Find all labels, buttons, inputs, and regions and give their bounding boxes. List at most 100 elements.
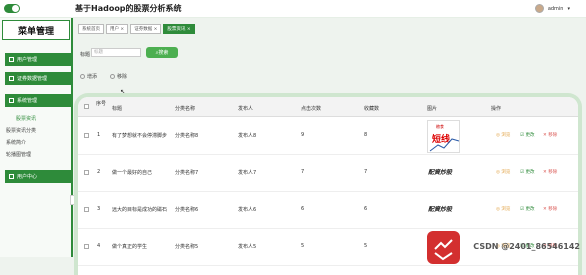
col-title: 标题 — [112, 105, 122, 112]
cell-category: 分类名称7 — [175, 169, 198, 176]
cell-no: 4 — [97, 243, 100, 249]
delete-row-button[interactable]: ✕ 移除 — [543, 132, 557, 138]
cell-favs: 5 — [364, 243, 367, 249]
cell-publisher: 发布人5 — [238, 243, 256, 250]
user-center-icon — [9, 174, 14, 179]
edit-button[interactable]: ☑ 更改 — [520, 169, 534, 175]
user-menu[interactable]: admin ▾ — [535, 4, 570, 13]
table-row: 2 做一个最好的自己 分类名称7 发布人7 7 7 配資炒股 ◎ 浏览 ☑ 更改… — [78, 155, 578, 192]
row-image: 粮食 短线 — [427, 120, 460, 153]
sidebar-sub-carousel[interactable]: 轮播图管理 — [6, 151, 31, 158]
search-label: 标题 — [80, 51, 90, 58]
view-button[interactable]: ◎ 浏览 — [496, 206, 510, 212]
cell-category: 分类名称5 — [175, 243, 198, 250]
avatar — [535, 4, 544, 13]
row-checkbox[interactable] — [84, 244, 89, 249]
row-image: 配資炒股 — [427, 163, 460, 183]
table-header: 序号 标题 分类名称 发布人 点击次数 收藏数 图片 操作 — [78, 97, 578, 117]
col-image: 图片 — [427, 105, 437, 112]
delete-label: 移除 — [117, 73, 127, 80]
cell-clicks: 6 — [301, 206, 304, 212]
data-icon — [9, 76, 14, 81]
delete-row-button[interactable]: ✕ 移除 — [543, 169, 557, 175]
col-clicks: 点击次数 — [301, 105, 321, 112]
chevron-down-icon: ▾ — [567, 6, 570, 12]
col-ops: 操作 — [491, 105, 501, 112]
cell-favs: 6 — [364, 206, 367, 212]
add-label: 增添 — [87, 73, 97, 80]
row-checkbox[interactable] — [84, 133, 89, 138]
cell-clicks: 9 — [301, 132, 304, 138]
image-text: 配資炒股 — [428, 167, 452, 176]
cell-clicks: 5 — [301, 243, 304, 249]
sidebar-item-label: 证券数据管理 — [17, 75, 47, 82]
cell-no: 3 — [97, 206, 100, 212]
sidebar-item-label: 系统管理 — [17, 97, 37, 104]
top-bar: 基于Hadoop的股票分析系统 admin ▾ — [0, 0, 586, 18]
cell-category: 分类名称8 — [175, 132, 198, 139]
row-image — [427, 231, 460, 264]
view-button[interactable]: ◎ 浏览 — [496, 132, 510, 138]
cell-favs: 7 — [364, 169, 367, 175]
cell-publisher: 发布人7 — [238, 169, 256, 176]
col-no: 序号 — [96, 100, 106, 107]
sidebar: 菜单管理 用户管理 证券数据管理 系统管理 股票资讯 股票资讯分类 系统简介 轮… — [0, 18, 73, 257]
watermark: CSDN @2401_86546142 — [473, 242, 580, 251]
edit-button[interactable]: ☑ 更改 — [520, 132, 534, 138]
chart-graphic-icon — [428, 121, 461, 154]
stock-app-icon — [427, 231, 460, 264]
row-image: 配資炒股 — [427, 200, 460, 220]
sidebar-toggle[interactable] — [4, 4, 20, 13]
sidebar-item-securities[interactable]: 证券数据管理 — [5, 72, 71, 85]
cell-no: 2 — [97, 169, 100, 175]
image-text: 配資炒股 — [428, 204, 452, 213]
search-button-label: 搜索 — [158, 49, 168, 56]
tab-user[interactable]: 用户 × — [106, 24, 128, 34]
cell-title: 做个真正的学生 — [112, 243, 147, 250]
cell-publisher: 发布人6 — [238, 206, 256, 213]
table-row: 3 远大的目标是成功的磁石 分类名称6 发布人6 6 6 配資炒股 ◎ 浏览 ☑… — [78, 192, 578, 229]
cell-no: 1 — [97, 132, 100, 138]
cell-title: 做一个最好的自己 — [112, 169, 152, 176]
cell-favs: 8 — [364, 132, 367, 138]
col-favs: 收藏数 — [364, 105, 379, 112]
tab-securities[interactable]: 证券数据 × — [130, 24, 161, 34]
main-content: 系统首页 用户 × 证券数据 × 股票资讯 × 标题 标题 ⌕搜索 增添 移除 … — [74, 18, 586, 257]
search-button[interactable]: ⌕搜索 — [146, 47, 178, 58]
cell-publisher: 发布人8 — [238, 132, 256, 139]
col-publisher: 发布人 — [238, 105, 253, 112]
tab-home[interactable]: 系统首页 — [78, 24, 104, 34]
row-checkbox[interactable] — [84, 207, 89, 212]
delete-icon — [110, 74, 115, 79]
tab-bar: 系统首页 用户 × 证券数据 × 股票资讯 × — [78, 24, 195, 34]
add-button[interactable]: 增添 — [80, 73, 97, 80]
table-row: 1 有了梦想就不会停滞脚步 分类名称8 发布人8 9 8 粮食 短线 ◎ 浏览 … — [78, 118, 578, 155]
sidebar-item-label: 用户管理 — [17, 56, 37, 63]
edit-button[interactable]: ☑ 更改 — [520, 206, 534, 212]
tab-stock-news[interactable]: 股票资讯 × — [163, 24, 194, 34]
cell-title: 有了梦想就不会停滞脚步 — [112, 132, 167, 139]
sidebar-item-user-center[interactable]: 用户中心 — [5, 170, 71, 183]
sidebar-sub-stock-news[interactable]: 股票资讯 — [16, 115, 36, 122]
sidebar-item-system[interactable]: 系统管理 — [5, 94, 71, 107]
search-input[interactable]: 标题 — [91, 48, 141, 57]
username: admin — [548, 6, 564, 12]
sidebar-sub-intro[interactable]: 系统简介 — [6, 139, 26, 146]
sidebar-sub-news-category[interactable]: 股票资讯分类 — [6, 127, 36, 134]
add-icon — [80, 74, 85, 79]
view-button[interactable]: ◎ 浏览 — [496, 169, 510, 175]
row-checkbox[interactable] — [84, 170, 89, 175]
toggle-knob — [12, 5, 19, 12]
col-category: 分类名称 — [175, 105, 195, 112]
menu-title: 菜单管理 — [2, 20, 70, 40]
delete-button[interactable]: 移除 — [110, 73, 127, 80]
cell-category: 分类名称6 — [175, 206, 198, 213]
settings-icon — [9, 98, 14, 103]
cell-clicks: 7 — [301, 169, 304, 175]
delete-row-button[interactable]: ✕ 移除 — [543, 206, 557, 212]
sidebar-item-label: 用户中心 — [17, 173, 37, 180]
select-all-checkbox[interactable] — [84, 104, 89, 109]
user-icon — [9, 57, 14, 62]
cell-title: 远大的目标是成功的磁石 — [112, 206, 167, 213]
sidebar-item-user-mgmt[interactable]: 用户管理 — [5, 53, 71, 66]
